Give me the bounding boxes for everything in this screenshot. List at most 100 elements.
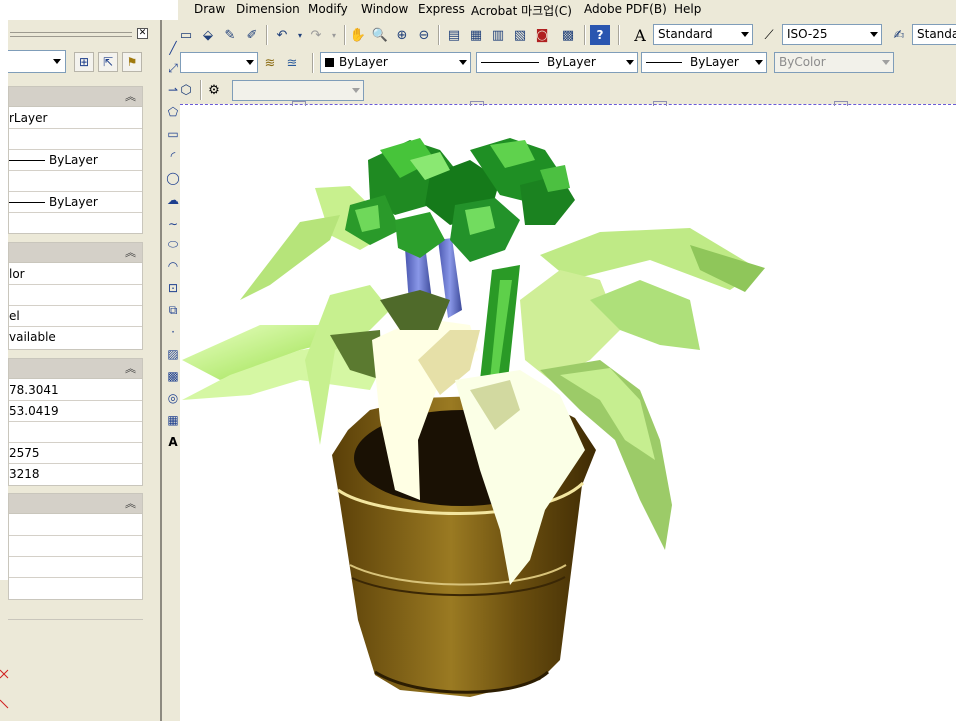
circle-icon[interactable]: ◯ xyxy=(165,170,181,186)
property-row[interactable]: 2575 xyxy=(9,443,142,464)
zoom-window-icon[interactable]: ⊕ xyxy=(392,25,412,45)
property-row[interactable] xyxy=(9,557,142,578)
close-icon[interactable]: ✕ xyxy=(137,28,148,39)
color-control-select[interactable]: ByLayer xyxy=(320,52,471,73)
table-style-icon[interactable]: ✍ xyxy=(889,25,909,45)
paint-bucket-icon[interactable]: ⬙ xyxy=(198,25,218,45)
select-objects-icon[interactable]: ⇱ xyxy=(98,52,118,72)
palette-divider xyxy=(8,619,143,620)
property-row[interactable] xyxy=(9,422,142,443)
property-row[interactable]: vailable xyxy=(9,327,142,348)
layer-select[interactable] xyxy=(180,52,258,73)
section-header[interactable]: ︽ xyxy=(9,243,142,263)
make-object-layer-current-icon[interactable]: ≋ xyxy=(260,53,280,73)
property-row[interactable]: lor xyxy=(9,264,142,285)
zoom-previous-icon[interactable]: ⊖ xyxy=(414,25,434,45)
polygon-icon[interactable]: ⬠ xyxy=(165,104,181,120)
ruler-tick xyxy=(834,101,848,106)
camera-icon[interactable]: ⚙ xyxy=(204,80,224,100)
polyline-icon[interactable]: ⇀ xyxy=(165,82,181,98)
object-type-select[interactable] xyxy=(0,50,66,73)
spline-icon[interactable]: ∼ xyxy=(165,216,181,232)
dimension-style-icon[interactable]: ⟋ xyxy=(759,25,779,45)
quick-select-icon[interactable]: ⚑ xyxy=(122,52,142,72)
menu-draw[interactable]: Draw xyxy=(194,2,225,16)
table-icon[interactable]: ▦ xyxy=(165,412,181,428)
property-row[interactable] xyxy=(9,536,142,557)
ellipse-arc-icon[interactable]: ◠ xyxy=(165,258,181,274)
property-row[interactable]: rLayer xyxy=(9,108,142,129)
menu-adobe-pdf[interactable]: Adobe PDF(B) xyxy=(584,2,667,16)
dimension-style-select[interactable]: ISO-25 xyxy=(782,24,882,45)
text-style-select[interactable]: Standard xyxy=(653,24,753,45)
menu-modify[interactable]: Modify xyxy=(308,2,348,16)
chevron-down-icon xyxy=(755,60,763,65)
properties-icon[interactable]: ▤ xyxy=(444,25,464,45)
arc-icon[interactable]: ◜ xyxy=(165,148,181,164)
section-header[interactable]: ︽ xyxy=(9,359,142,379)
ruler-tick xyxy=(292,101,306,106)
property-row[interactable]: 53.0419 xyxy=(9,401,142,422)
property-row[interactable] xyxy=(9,129,142,150)
layer-previous-icon[interactable]: ≊ xyxy=(282,53,302,73)
section-header[interactable]: ︽ xyxy=(9,494,142,514)
rectangle-icon[interactable]: ▭ xyxy=(165,126,181,142)
line-icon[interactable]: ╱ xyxy=(165,40,181,56)
construction-line-icon[interactable]: ⤢ xyxy=(165,60,181,76)
text-style-icon[interactable]: A xyxy=(630,25,650,45)
color-swatch xyxy=(325,58,334,67)
property-value: lor xyxy=(9,267,25,281)
palette-title-bar[interactable] xyxy=(8,28,148,42)
collapse-icon[interactable]: ︽ xyxy=(125,495,136,511)
linetype-control-select[interactable]: ByLayer xyxy=(476,52,638,73)
property-row[interactable]: ByLayer xyxy=(9,192,142,213)
zoom-realtime-icon[interactable]: 🔍 xyxy=(370,25,390,45)
table-style-select[interactable]: Standa xyxy=(912,24,956,45)
point-icon[interactable]: · xyxy=(165,324,181,340)
menu-acrobat-markup[interactable]: Acrobat 마크업(C) xyxy=(471,2,572,19)
make-block-icon[interactable]: ⧉ xyxy=(165,302,181,318)
region-icon[interactable]: ◎ xyxy=(165,390,181,406)
section-header[interactable]: ︽ xyxy=(9,87,142,107)
property-row[interactable] xyxy=(9,285,142,306)
undo-icon[interactable]: ↶ xyxy=(272,25,292,45)
menu-express[interactable]: Express xyxy=(418,2,465,16)
palette-grip[interactable] xyxy=(10,32,132,37)
lineweight-control-select[interactable]: ByLayer xyxy=(641,52,767,73)
pan-icon[interactable]: ✋ xyxy=(348,25,368,45)
hatch-icon[interactable]: ▨ xyxy=(165,346,181,362)
property-row[interactable] xyxy=(9,171,142,192)
ellipse-icon[interactable]: ⬭ xyxy=(165,236,181,252)
insert-block-icon[interactable]: ⊡ xyxy=(165,280,181,296)
menu-dimension[interactable]: Dimension xyxy=(236,2,300,16)
pencil-icon[interactable]: ✎ xyxy=(220,25,240,45)
markup-icon[interactable]: ◙ xyxy=(532,25,552,45)
design-center-icon[interactable]: ▦ xyxy=(466,25,486,45)
collapse-icon[interactable]: ︽ xyxy=(125,244,136,260)
match-properties-icon[interactable]: ✐ xyxy=(242,25,262,45)
collapse-icon[interactable]: ︽ xyxy=(125,88,136,104)
calculator-icon[interactable]: ▩ xyxy=(558,25,578,45)
toggle-pickadd-icon[interactable]: ⊞ xyxy=(74,52,94,72)
help-icon[interactable]: ? xyxy=(590,25,610,45)
menu-help[interactable]: Help xyxy=(674,2,701,16)
property-row[interactable]: el xyxy=(9,306,142,327)
revision-cloud-icon[interactable]: ☁ xyxy=(165,192,181,208)
ruler-tick xyxy=(470,101,484,106)
sheet-set-icon[interactable]: ▧ xyxy=(510,25,530,45)
gradient-icon[interactable]: ▩ xyxy=(165,368,181,384)
property-row[interactable]: 78.3041 xyxy=(9,380,142,401)
redo-dropdown-icon[interactable]: ▾ xyxy=(324,25,344,45)
collapse-icon[interactable]: ︽ xyxy=(125,360,136,376)
tool-palettes-icon[interactable]: ▥ xyxy=(488,25,508,45)
plotstyle-control-select[interactable]: ByColor xyxy=(774,52,894,73)
redo-icon[interactable]: ↷ xyxy=(306,25,326,45)
view-select[interactable] xyxy=(232,80,364,101)
drawing-canvas[interactable] xyxy=(180,104,956,721)
property-row[interactable] xyxy=(9,515,142,536)
toolbar-separator xyxy=(584,25,586,45)
property-row[interactable]: ByLayer xyxy=(9,150,142,171)
menu-window[interactable]: Window xyxy=(361,2,408,16)
property-row[interactable]: 3218 xyxy=(9,464,142,485)
multiline-text-icon[interactable]: A xyxy=(165,434,181,450)
